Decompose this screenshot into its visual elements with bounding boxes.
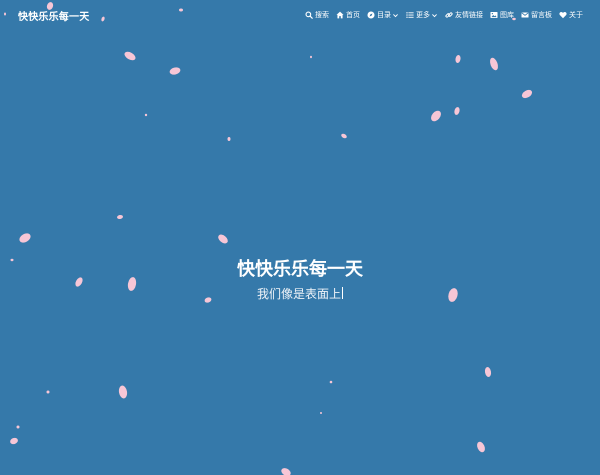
sakura-petal [218,234,228,244]
sakura-petal [320,412,322,414]
nav-guestbook-label: 留言板 [531,11,552,19]
nav-guestbook[interactable]: 留言板 [521,10,552,20]
sakura-petal [124,51,136,61]
sakura-petal [454,107,460,115]
chevron-down-icon [431,12,438,19]
nav-catalog-label: 目录 [377,11,391,19]
sakura-petal [10,437,18,445]
sakura-petal [16,425,20,429]
heart-icon [559,11,567,19]
hero-subtitle: 我们像是表面上 [0,284,600,304]
nav-friend-links-label: 友情链接 [455,11,483,19]
nav-more-label: 更多 [416,11,430,19]
sakura-petals [4,2,533,475]
main-nav: 搜索 首页 目录 更多 友情链接 图库 留言板 关于 [305,10,583,20]
link-icon [445,11,453,19]
sakura-petal [281,468,291,475]
sakura-petal [477,441,485,453]
sakura-petal [144,113,148,117]
sakura-petal [455,55,461,63]
image-icon [490,11,498,19]
top-navigation-bar: 快快乐乐每一天 搜索 首页 目录 更多 友情链接 图库 留言板 关于 [0,0,600,30]
sakura-petal [117,214,123,220]
sakura-petal [490,57,498,71]
sakura-petal [521,89,533,99]
falling-petals-layer [4,2,533,475]
nav-gallery[interactable]: 图库 [490,10,514,20]
nav-more-dropdown[interactable]: 更多 [406,10,438,20]
nav-home-label: 首页 [346,11,360,19]
nav-friend-links[interactable]: 友情链接 [445,10,483,20]
nav-about-label: 关于 [569,11,583,19]
sakura-petal [484,367,492,377]
hero-title: 快快乐乐每一天 [237,259,363,280]
compass-icon [367,11,375,19]
nav-search[interactable]: 搜索 [305,10,329,20]
envelope-icon [521,11,529,19]
hero-subtitle-text: 我们像是表面上 [256,287,341,301]
hero-section: 快快乐乐每一天 我们像是表面上 [0,256,600,304]
sakura-petal [310,55,312,59]
nav-catalog-dropdown[interactable]: 目录 [367,10,399,20]
typing-cursor [342,287,343,299]
sakura-petal [341,133,347,139]
sakura-petal [329,380,333,384]
sakura-petal [19,233,31,243]
nav-search-label: 搜索 [315,11,329,19]
sakura-petal [431,110,441,122]
nav-gallery-label: 图库 [500,11,514,19]
home-icon [336,11,344,19]
sakura-petal [118,385,128,399]
chevron-down-icon [392,12,399,19]
sakura-petal [46,390,50,394]
sakura-petal [169,67,181,75]
site-brand-link[interactable]: 快快乐乐每一天 [18,8,89,23]
search-icon [305,11,313,19]
nav-about[interactable]: 关于 [559,10,583,20]
nav-home[interactable]: 首页 [336,10,360,20]
list-icon [406,11,414,19]
sakura-petal [227,137,231,141]
